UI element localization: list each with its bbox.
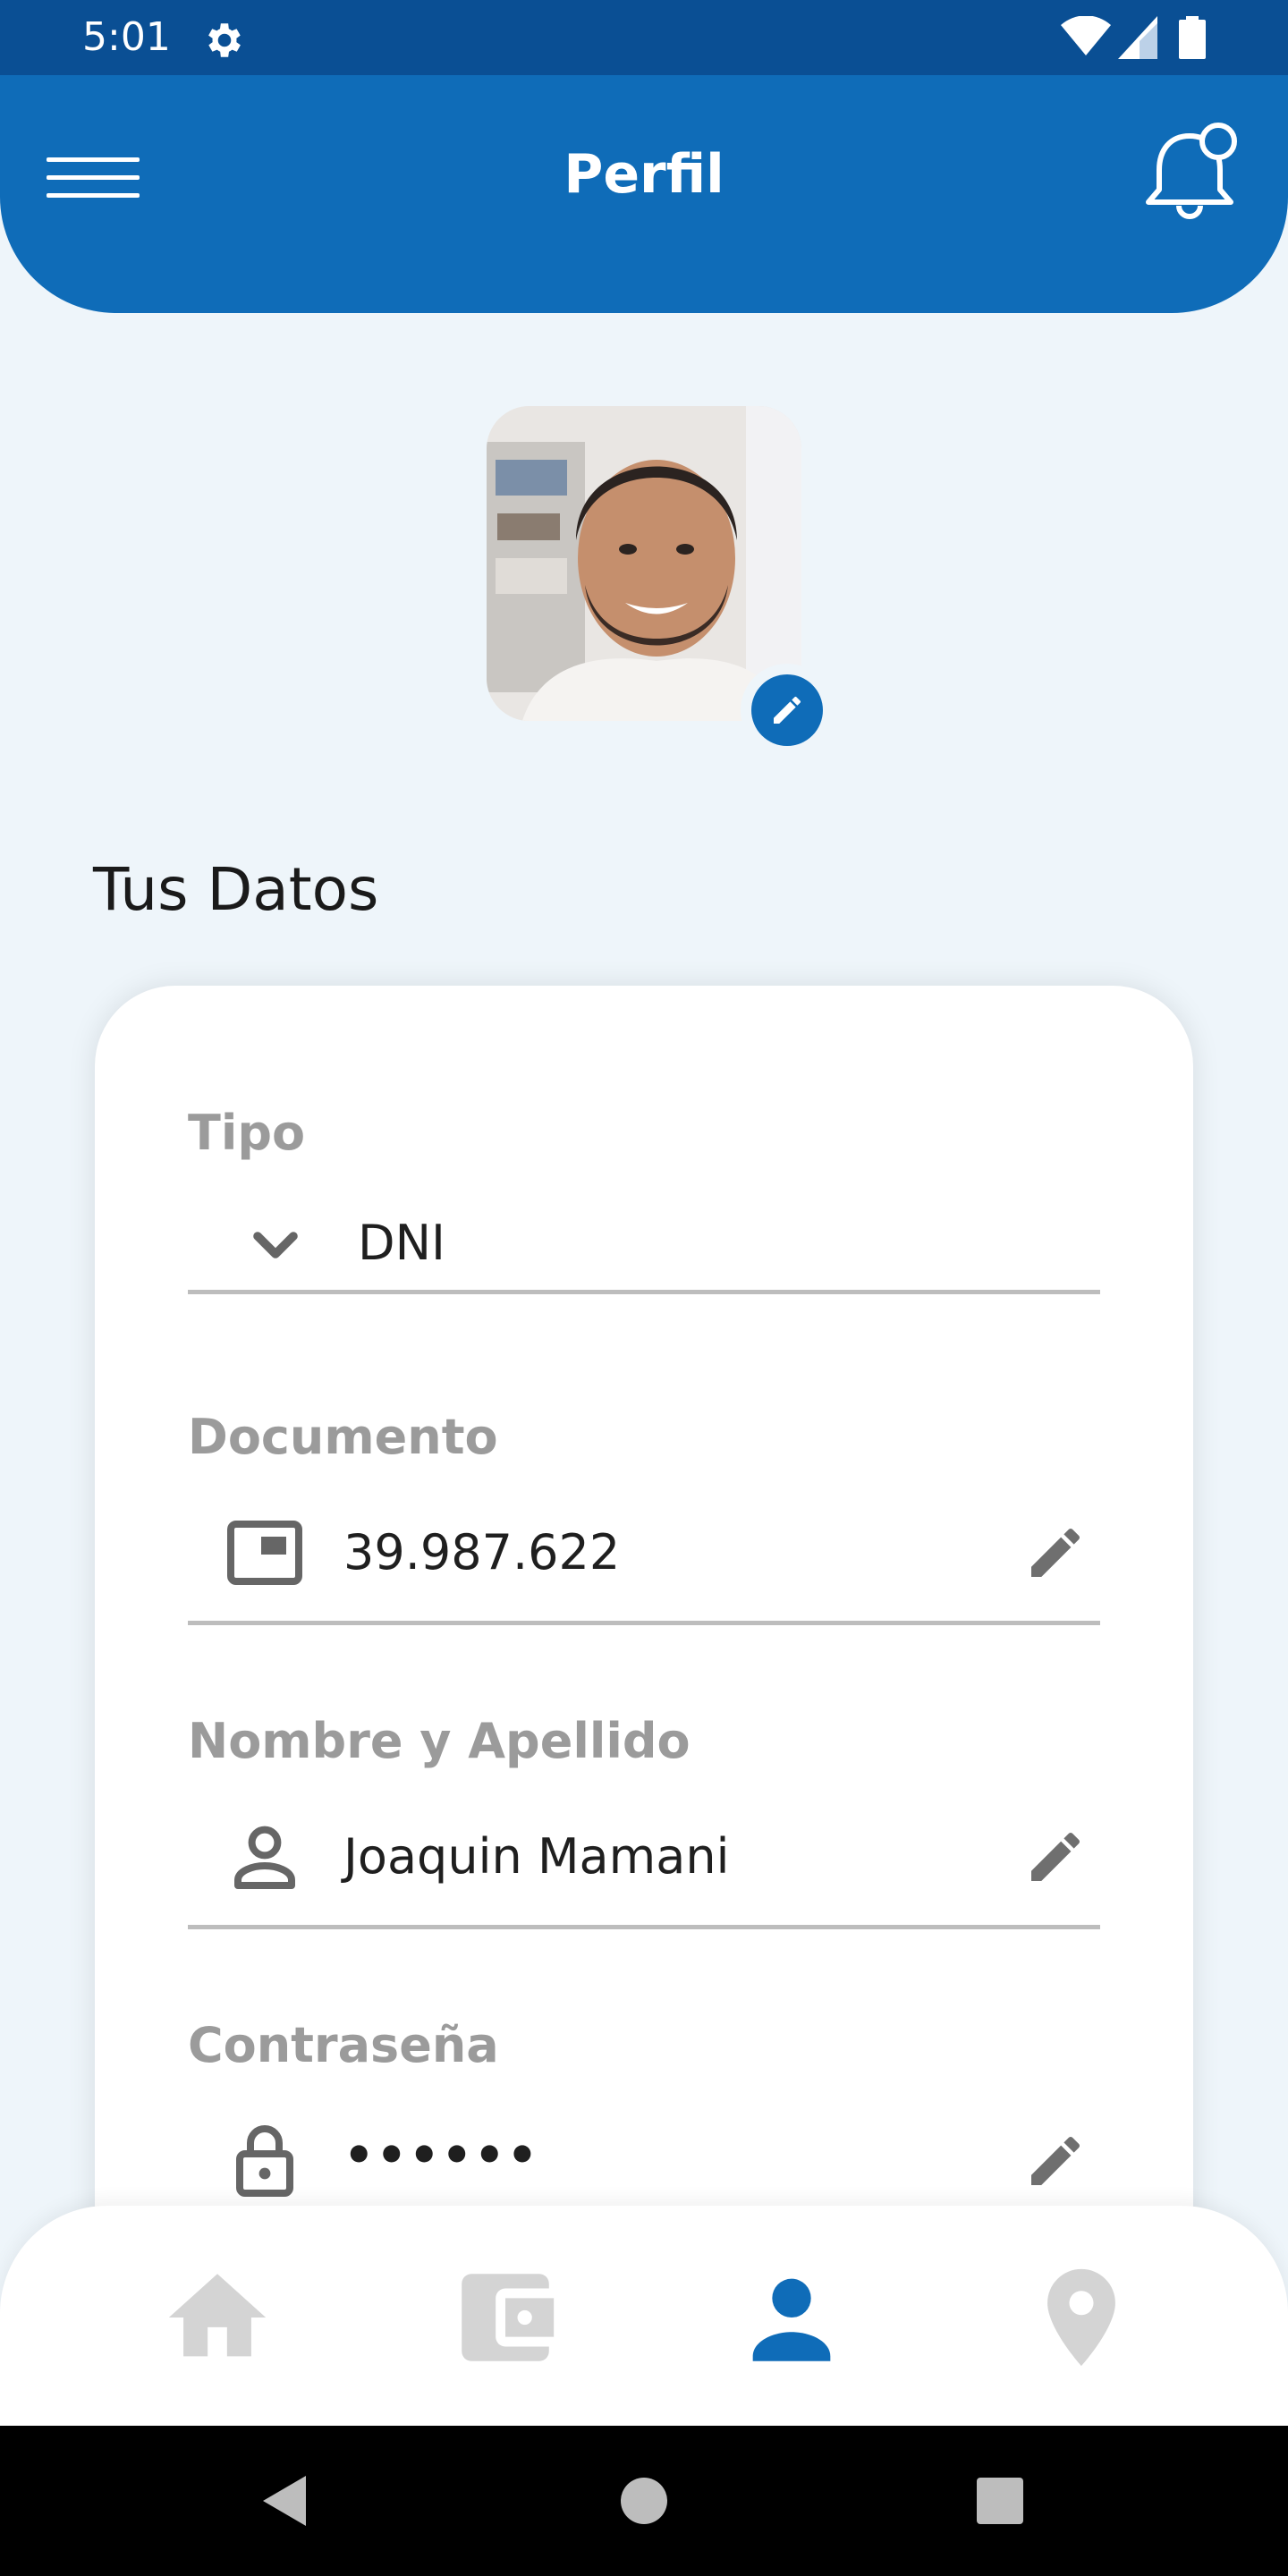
id-card-icon [227, 1521, 302, 1585]
status-bar: 5:01 [0, 0, 1288, 75]
bottom-navigation [0, 2206, 1288, 2426]
documento-label: Documento [188, 1409, 498, 1465]
contrasena-field[interactable]: •••••• [188, 2107, 1100, 2215]
tipo-select[interactable]: DNI [188, 1190, 1100, 1297]
back-icon[interactable] [250, 2465, 322, 2537]
gear-icon [208, 23, 241, 57]
person-icon [752, 2278, 831, 2361]
documento-field[interactable]: 39.987.622 [188, 1499, 1100, 1606]
home-icon [168, 2274, 267, 2357]
pencil-icon[interactable] [1023, 1521, 1088, 1585]
nav-wallet[interactable] [447, 2259, 564, 2376]
pencil-icon[interactable] [1023, 1825, 1088, 1889]
chevron-down-icon [253, 1232, 298, 1258]
system-navigation-bar [0, 2426, 1288, 2576]
nombre-underline [188, 1925, 1100, 1929]
pencil-icon[interactable] [1023, 2129, 1088, 2193]
section-title: Tus Datos [93, 855, 379, 924]
page-title: Perfil [564, 143, 724, 206]
home-circle-icon[interactable] [608, 2465, 680, 2537]
app-bar: Perfil [0, 75, 1288, 313]
hamburger-menu-icon[interactable] [43, 134, 143, 215]
person-icon [234, 1826, 295, 1889]
pencil-icon [774, 696, 801, 724]
nombre-value: Joaquin Mamani [343, 1828, 730, 1885]
documento-value: 39.987.622 [343, 1524, 621, 1580]
contrasena-label: Contraseña [188, 2017, 499, 2073]
tipo-value: DNI [358, 1215, 445, 1271]
nav-location[interactable] [1023, 2259, 1140, 2376]
edit-photo-button[interactable] [741, 664, 834, 757]
signal-icon [1118, 16, 1157, 59]
battery-icon [1179, 16, 1206, 59]
recents-icon[interactable] [964, 2465, 1036, 2537]
nombre-label: Nombre y Apellido [188, 1713, 691, 1769]
nav-profile[interactable] [733, 2259, 850, 2376]
user-data-card: Tipo DNI Documento 39.987.622 Nombre y A… [95, 986, 1193, 2327]
status-time: 5:01 [82, 14, 171, 60]
wallet-icon [462, 2274, 555, 2361]
lock-icon [236, 2125, 293, 2197]
tipo-underline [188, 1290, 1100, 1294]
tipo-label: Tipo [188, 1105, 306, 1161]
contrasena-value: •••••• [343, 2127, 540, 2183]
profile-photo[interactable] [487, 406, 801, 721]
wifi-icon [1061, 16, 1111, 55]
nav-home[interactable] [159, 2259, 275, 2376]
documento-underline [188, 1621, 1100, 1625]
nombre-field[interactable]: Joaquin Mamani [188, 1803, 1100, 1911]
bell-icon[interactable] [1134, 116, 1245, 227]
location-pin-icon [1047, 2268, 1115, 2367]
